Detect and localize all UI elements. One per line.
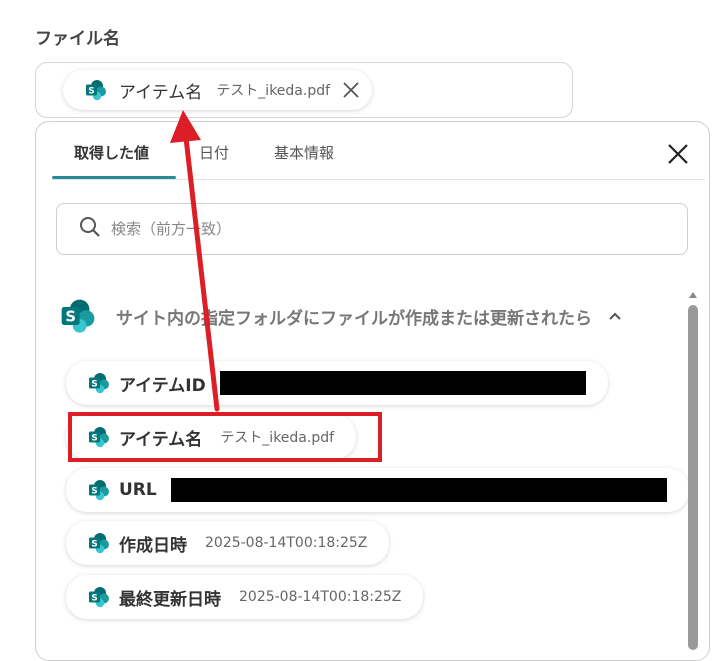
list-item-url[interactable]: S URL (66, 468, 689, 512)
search-input[interactable] (109, 219, 673, 239)
svg-text:S: S (88, 87, 94, 97)
section-title: サイト内の指定フォルダにファイルが作成または更新されたら (116, 308, 592, 329)
highlight-box (68, 412, 382, 462)
chevron-up-icon[interactable] (608, 311, 622, 321)
search-icon (79, 216, 101, 242)
svg-text:S: S (91, 487, 97, 497)
item-label: アイテムID (119, 375, 206, 396)
item-label: 最終更新日時 (119, 589, 221, 610)
chip-label: アイテム名 (119, 82, 203, 103)
tab-divider (52, 179, 705, 180)
item-value: 2025-08-14T00:18:25Z (205, 535, 368, 551)
scrollbar-thumb[interactable] (688, 305, 698, 650)
sharepoint-icon: S (88, 479, 110, 501)
svg-text:S: S (91, 380, 97, 390)
list-item-last-modified[interactable]: S 最終更新日時 2025-08-14T00:18:25Z (66, 575, 424, 619)
list-item-item-id[interactable]: S アイテムID (66, 361, 608, 405)
tab-date[interactable]: 日付 (199, 142, 229, 163)
sharepoint-icon: S (60, 298, 96, 334)
section-header[interactable]: S サイト内の指定フォルダにファイルが作成または更新されたら (60, 298, 622, 334)
scroll-up-icon[interactable] (689, 284, 697, 303)
tab-basic-info[interactable]: 基本情報 (274, 142, 334, 163)
redacted-value (219, 371, 586, 395)
redacted-value (170, 478, 667, 502)
item-label: URL (119, 480, 157, 500)
svg-text:S: S (91, 540, 97, 550)
item-label: 作成日時 (119, 535, 187, 556)
field-label: ファイル名 (35, 29, 120, 49)
close-icon[interactable] (666, 142, 690, 166)
selected-value-chip[interactable]: S アイテム名 テスト_ikeda.pdf (63, 70, 373, 110)
search-box[interactable] (56, 203, 688, 255)
close-icon[interactable] (342, 81, 360, 99)
sharepoint-icon: S (85, 79, 107, 101)
sharepoint-icon: S (88, 586, 110, 608)
sharepoint-icon: S (88, 532, 110, 554)
tab-obtained-values[interactable]: 取得した値 (74, 142, 149, 163)
sharepoint-icon: S (88, 372, 110, 394)
item-value: 2025-08-14T00:18:25Z (239, 589, 402, 605)
list-item-created-at[interactable]: S 作成日時 2025-08-14T00:18:25Z (66, 521, 390, 565)
svg-text:S: S (65, 309, 76, 326)
svg-text:S: S (91, 594, 97, 604)
chip-value: テスト_ikeda.pdf (216, 83, 331, 99)
